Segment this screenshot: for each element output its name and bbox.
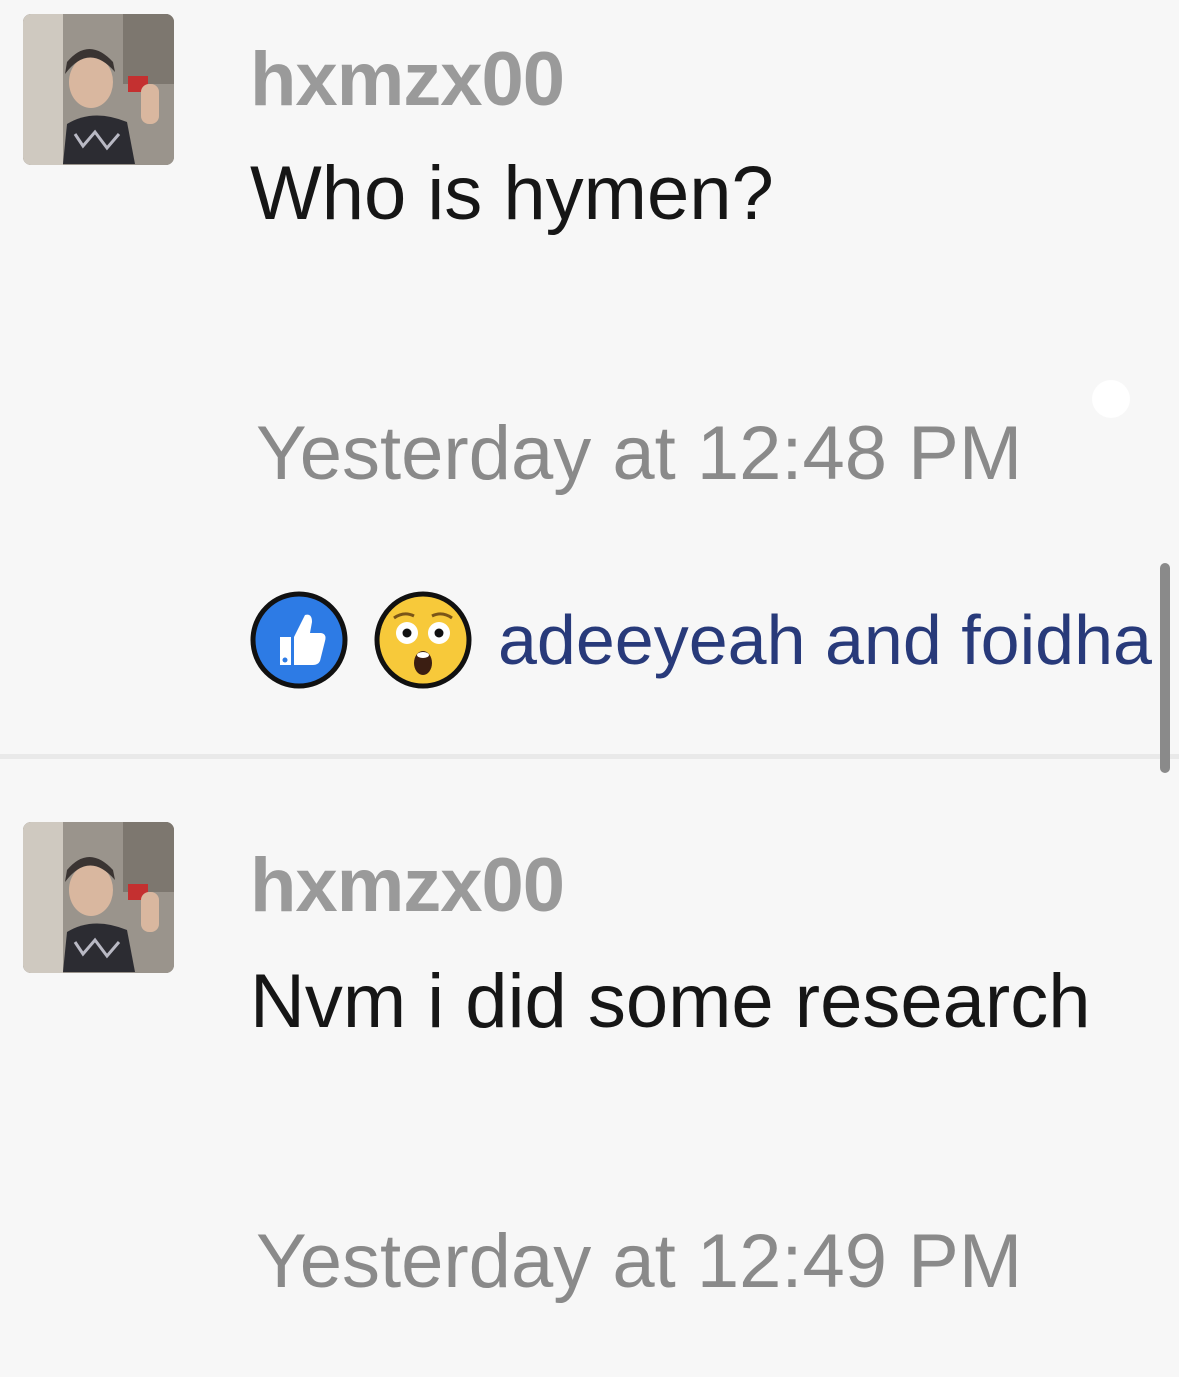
avatar[interactable] <box>23 14 174 165</box>
username[interactable]: hxmzx00 <box>250 36 565 123</box>
astonished-face-icon[interactable] <box>374 591 472 689</box>
scrollbar[interactable] <box>1160 563 1170 773</box>
message-text: Who is hymen? <box>250 151 774 236</box>
avatar[interactable] <box>23 822 174 973</box>
message-text: Nvm i did some research <box>250 959 1091 1044</box>
timestamp: Yesterday at 12:48 PM <box>256 411 1023 496</box>
post-divider <box>0 754 1179 759</box>
timestamp: Yesterday at 12:49 PM <box>256 1219 1023 1304</box>
like-icon[interactable] <box>250 591 348 689</box>
screen-glint <box>1092 380 1130 418</box>
username[interactable]: hxmzx00 <box>250 842 565 929</box>
reaction-users-link[interactable]: adeeyeah and foidha <box>498 600 1152 680</box>
reactions-bar[interactable]: adeeyeah and foidha <box>250 590 1152 690</box>
chat-thread: hxmzx00 Who is hymen? Yesterday at 12:48… <box>0 0 1179 1377</box>
